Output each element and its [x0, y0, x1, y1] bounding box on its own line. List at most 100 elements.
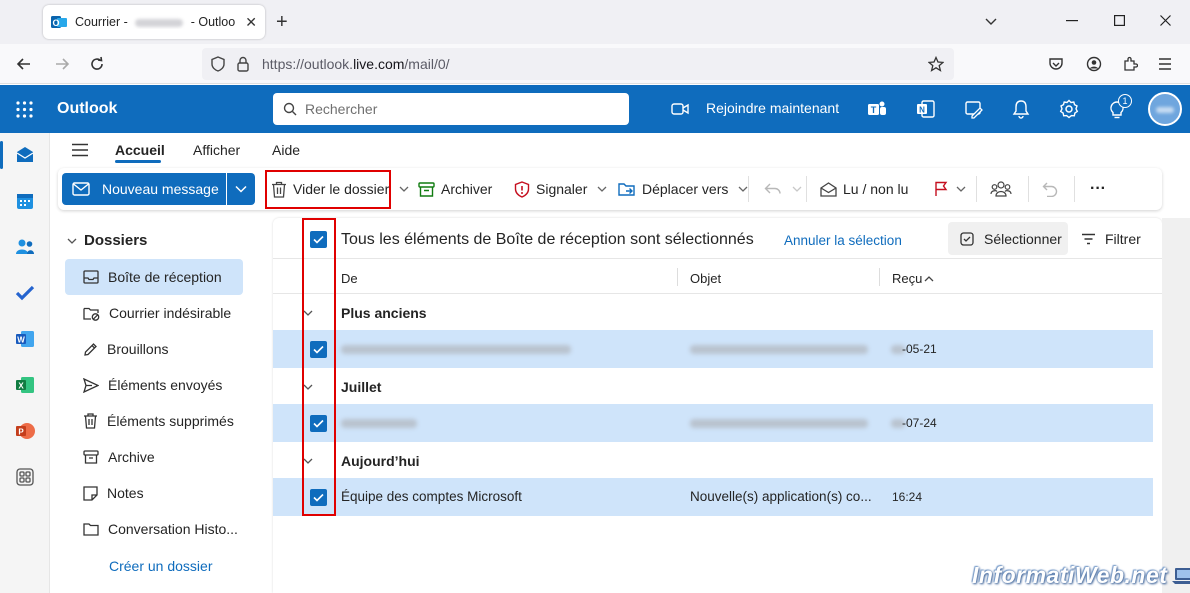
- redacted-sender: [341, 345, 571, 354]
- browser-tab[interactable]: O Courrier - - Outloo ✕: [43, 5, 265, 39]
- calendar-app-icon[interactable]: [13, 189, 37, 213]
- new-tab-icon[interactable]: +: [276, 11, 288, 34]
- svg-text:W: W: [17, 336, 25, 345]
- settings-gear-icon[interactable]: [1059, 99, 1079, 119]
- flag-button[interactable]: [934, 168, 972, 210]
- folders-header[interactable]: Dossiers: [67, 232, 147, 249]
- minimize-icon[interactable]: [1066, 20, 1078, 22]
- column-divider: [677, 268, 678, 286]
- outlook-favicon-icon: O: [51, 16, 67, 28]
- onenote-icon[interactable]: N: [916, 99, 936, 119]
- close-tab-icon[interactable]: ✕: [245, 14, 257, 31]
- svg-text:X: X: [18, 382, 24, 391]
- trash-icon: [84, 413, 97, 429]
- folder-move-icon: [618, 183, 635, 196]
- extensions-icon[interactable]: [1122, 56, 1138, 72]
- message-list: Tous les éléments de Boîte de réception …: [273, 218, 1162, 593]
- chevron-down-icon: [67, 238, 77, 244]
- undo-button[interactable]: [1042, 168, 1064, 210]
- filter-button[interactable]: Filtrer: [1081, 231, 1141, 247]
- create-folder-link[interactable]: Créer un dossier: [109, 558, 213, 574]
- redacted-sender: [341, 419, 417, 428]
- tab-accueil[interactable]: Accueil: [115, 142, 165, 158]
- scrollbar-track[interactable]: [1162, 218, 1190, 593]
- highlight-box-empty-folder: [265, 170, 391, 209]
- pocket-icon[interactable]: [1048, 56, 1064, 72]
- search-input[interactable]: Rechercher: [273, 93, 629, 125]
- report-button[interactable]: Signaler: [514, 168, 613, 210]
- toolbar-divider: [1074, 176, 1075, 202]
- app-launcher-icon[interactable]: [16, 101, 33, 118]
- folder-archive[interactable]: Archive: [65, 439, 243, 475]
- video-camera-icon[interactable]: [671, 101, 689, 117]
- redacted-name: [135, 18, 184, 27]
- filter-icon: [1082, 233, 1095, 245]
- folder-conversation-history[interactable]: Conversation Histo...: [65, 511, 243, 547]
- tab-aide[interactable]: Aide: [272, 142, 300, 158]
- column-from[interactable]: De: [341, 271, 358, 286]
- bookmark-star-icon[interactable]: [928, 56, 944, 72]
- url-bar[interactable]: https://outlook.live.com/mail/0/: [202, 48, 954, 80]
- people-app-icon[interactable]: [13, 235, 37, 259]
- svg-text:N: N: [919, 106, 925, 115]
- folder-pane: Dossiers Boîte de réception Courrier ind…: [50, 215, 272, 593]
- cancel-selection-link[interactable]: Annuler la sélection: [784, 233, 902, 248]
- lock-icon[interactable]: [236, 56, 250, 72]
- groups-button[interactable]: [990, 168, 1018, 210]
- folder-inbox[interactable]: Boîte de réception: [65, 259, 243, 295]
- folder-deleted[interactable]: Éléments supprimés: [65, 403, 243, 439]
- people-group-icon: [990, 181, 1012, 197]
- maximize-icon[interactable]: [1114, 15, 1125, 26]
- powerpoint-app-icon[interactable]: P: [13, 419, 37, 443]
- avatar[interactable]: [1148, 92, 1182, 126]
- forward-arrow-icon[interactable]: [54, 56, 70, 72]
- tracking-shield-icon[interactable]: [210, 56, 226, 72]
- column-received[interactable]: Reçu: [892, 271, 934, 286]
- more-apps-icon[interactable]: [13, 465, 37, 489]
- bell-icon[interactable]: [1012, 99, 1030, 119]
- column-subject[interactable]: Objet: [690, 271, 721, 286]
- message-row[interactable]: Équipe des comptes Microsoft Nouvelle(s)…: [273, 478, 1153, 516]
- checkbox-icon: [960, 231, 974, 246]
- back-arrow-icon[interactable]: [16, 56, 32, 72]
- move-to-button[interactable]: Déplacer vers: [618, 168, 754, 210]
- message-row[interactable]: -07-24: [273, 404, 1153, 442]
- word-app-icon[interactable]: W: [13, 327, 37, 351]
- more-options-button[interactable]: ···: [1090, 168, 1106, 210]
- selection-banner-text: Tous les éléments de Boîte de réception …: [341, 231, 754, 248]
- tab-afficher[interactable]: Afficher: [193, 142, 240, 158]
- reload-icon[interactable]: [89, 56, 105, 72]
- reply-button[interactable]: [764, 168, 808, 210]
- hamburger-icon[interactable]: [71, 143, 89, 157]
- archive-button[interactable]: Archiver: [418, 168, 492, 210]
- folder-junk[interactable]: Courrier indésirable: [65, 295, 243, 331]
- note-icon: [83, 485, 98, 501]
- tab-list-chevron-icon[interactable]: [984, 14, 998, 28]
- excel-app-icon[interactable]: X: [13, 373, 37, 397]
- folder-notes[interactable]: Notes: [65, 475, 243, 511]
- edit-note-icon[interactable]: [964, 99, 984, 119]
- toolbar-divider: [748, 176, 749, 202]
- app-rail: W X P: [0, 133, 50, 593]
- app-name[interactable]: Outlook: [57, 100, 117, 118]
- active-tab-underline: [115, 160, 161, 163]
- new-message-dropdown[interactable]: [227, 173, 255, 205]
- rail-active-indicator: [0, 141, 3, 169]
- inbox-icon: [83, 270, 99, 284]
- teams-icon[interactable]: T: [867, 99, 887, 119]
- join-now-button[interactable]: Rejoindre maintenant: [706, 100, 839, 116]
- svg-text:O: O: [52, 18, 59, 28]
- account-icon[interactable]: [1086, 56, 1102, 72]
- new-message-button[interactable]: Nouveau message: [62, 173, 226, 205]
- menu-icon[interactable]: [1158, 57, 1172, 71]
- todo-app-icon[interactable]: [13, 281, 37, 305]
- folder-drafts[interactable]: Brouillons: [65, 331, 243, 367]
- message-row[interactable]: -05-21: [273, 330, 1153, 368]
- select-button[interactable]: Sélectionner: [948, 222, 1068, 255]
- received-date: -07-24: [902, 416, 937, 430]
- svg-text:T: T: [871, 105, 877, 115]
- mail-app-icon[interactable]: [13, 143, 37, 167]
- folder-sent[interactable]: Éléments envoyés: [65, 367, 243, 403]
- close-window-icon[interactable]: [1160, 15, 1171, 26]
- read-unread-button[interactable]: Lu / non lu: [820, 168, 908, 210]
